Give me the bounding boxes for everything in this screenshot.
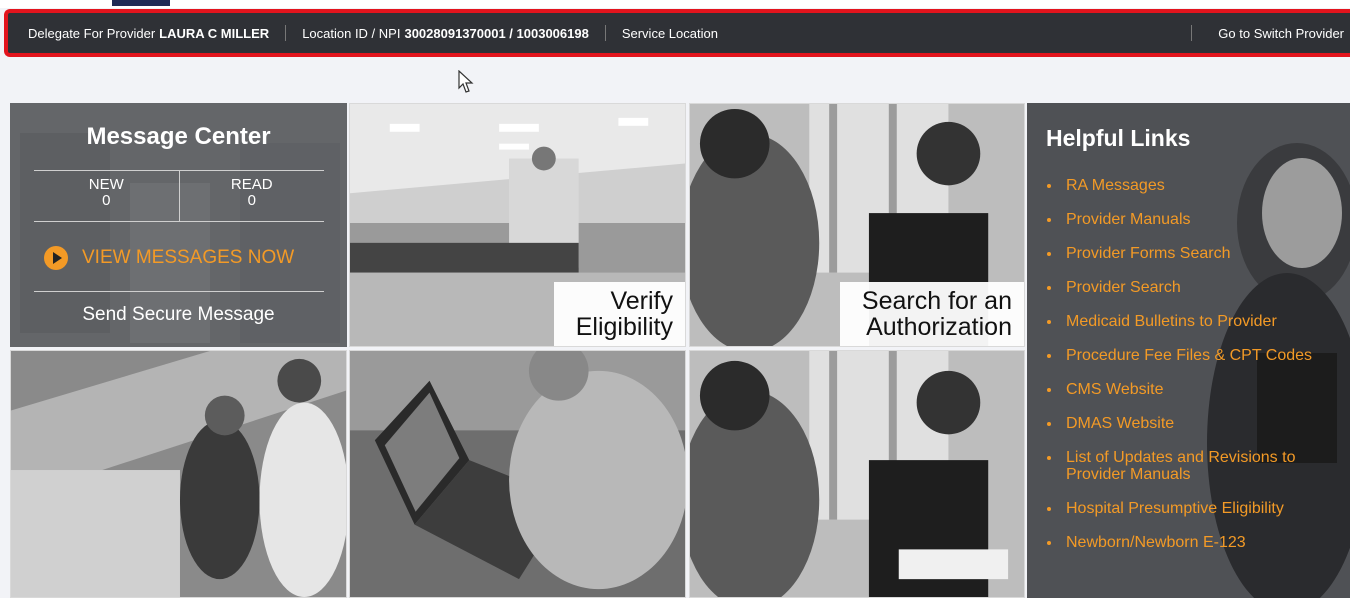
message-divider <box>34 291 324 292</box>
helpful-link-provider-manuals[interactable]: Provider Manuals <box>1041 211 1341 228</box>
read-label: READ <box>230 176 273 193</box>
view-messages-label: VIEW MESSAGES NOW <box>82 247 295 268</box>
divider <box>604 25 606 41</box>
verify-eligibility-caption: Verify Eligibility <box>553 282 685 346</box>
location-prefix: Location ID / NPI <box>302 25 401 41</box>
delegate-prefix: Delegate For Provider <box>28 25 156 41</box>
helpful-link-medicaid-bulletins[interactable]: Medicaid Bulletins to Provider <box>1041 313 1341 330</box>
helpful-links-panel: Helpful Links RA Messages Provider Manua… <box>1027 103 1350 598</box>
helpful-link-forms-search[interactable]: Provider Forms Search <box>1041 245 1341 262</box>
helpful-link-updates-revisions[interactable]: List of Updates and Revisions to Provide… <box>1041 449 1341 483</box>
helpful-links-list: RA Messages Provider Manuals Provider Fo… <box>1041 177 1341 551</box>
location-info: Location ID / NPI 30028091370001 / 10030… <box>302 26 589 41</box>
search-authorization-caption: Search for an Authorization <box>839 282 1024 346</box>
top-tab <box>112 0 170 6</box>
bottom-tile-1[interactable] <box>10 350 347 598</box>
provider-context-bar: Delegate For Provider LAURA C MILLER Loc… <box>4 9 1350 57</box>
helpful-link-hospital-presumptive[interactable]: Hospital Presumptive Eligibility <box>1041 500 1341 517</box>
caption-line-2: Authorization <box>866 313 1012 341</box>
bottom-tile-2[interactable] <box>349 350 686 598</box>
verify-eligibility-tile[interactable]: Verify Eligibility <box>349 103 686 347</box>
caption-line-1: Search for an <box>861 287 1012 315</box>
delegate-info: Delegate For Provider LAURA C MILLER <box>28 26 269 41</box>
mouse-cursor-icon <box>458 70 474 93</box>
send-secure-message-link[interactable]: Send Secure Message <box>10 304 347 326</box>
location-value: 30028091370001 / 1003006198 <box>404 25 589 41</box>
caption-line-1: Verify <box>610 287 673 315</box>
play-circle-icon <box>44 246 68 270</box>
read-count-cell[interactable]: READ 0 <box>178 171 325 221</box>
meeting-photo-2 <box>690 351 1024 597</box>
read-count: 0 <box>247 192 256 209</box>
message-counts: NEW 0 READ 0 <box>34 170 324 222</box>
helpful-link-cms-website[interactable]: CMS Website <box>1041 381 1341 398</box>
top-strip <box>0 0 1350 8</box>
helpful-link-provider-search[interactable]: Provider Search <box>1041 279 1341 296</box>
service-location-link[interactable]: Service Location <box>622 26 718 41</box>
divider <box>285 25 287 41</box>
helpful-link-newborn[interactable]: Newborn/Newborn E-123 <box>1041 534 1341 551</box>
helpful-links-title: Helpful Links <box>1046 125 1191 151</box>
helpful-link-dmas-website[interactable]: DMAS Website <box>1041 415 1341 432</box>
search-authorization-tile[interactable]: Search for an Authorization <box>689 103 1025 347</box>
helpful-link-fee-files[interactable]: Procedure Fee Files & CPT Codes <box>1041 347 1341 364</box>
switch-provider-link[interactable]: Go to Switch Provider <box>1191 13 1344 53</box>
new-count: 0 <box>102 192 111 209</box>
message-center-panel: Message Center NEW 0 READ 0 VIEW MESSAGE… <box>10 103 347 347</box>
caption-line-2: Eligibility <box>575 313 673 341</box>
helpful-link-ra-messages[interactable]: RA Messages <box>1041 177 1341 194</box>
message-center-title: Message Center <box>86 123 271 150</box>
bottom-tile-3[interactable] <box>689 350 1025 598</box>
laptop-photo <box>350 351 685 597</box>
view-messages-now-link[interactable]: VIEW MESSAGES NOW <box>44 246 294 270</box>
people-tablet-photo <box>11 351 346 597</box>
delegate-name: LAURA C MILLER <box>159 25 270 41</box>
new-count-cell[interactable]: NEW 0 <box>34 171 179 221</box>
new-label: NEW <box>88 176 124 193</box>
